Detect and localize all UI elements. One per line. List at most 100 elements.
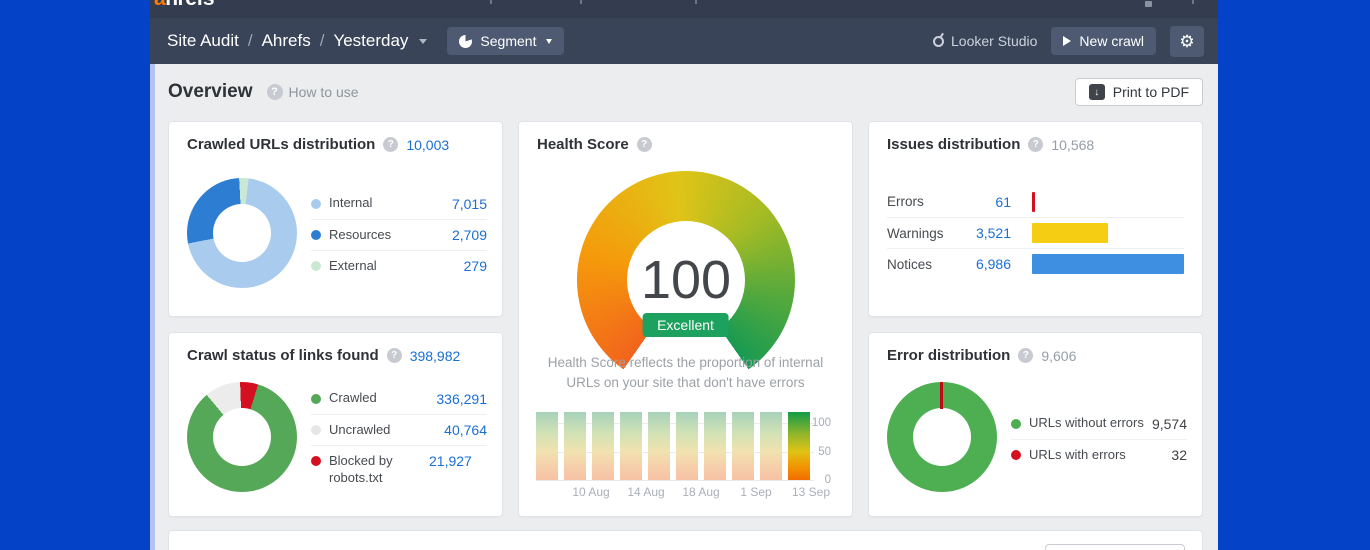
- issue-row-notices: Notices 6,986: [887, 248, 1184, 279]
- issue-value-link[interactable]: 61: [965, 194, 1011, 210]
- y-axis-label: 100: [811, 417, 831, 429]
- gear-icon: ⚙: [1179, 31, 1195, 51]
- top-navbar: ahrefs: [150, 0, 1218, 18]
- x-axis-label: 10 Aug: [572, 485, 610, 499]
- legend-item: Uncrawled 40,764: [311, 414, 487, 445]
- gridline: [536, 480, 814, 481]
- legend-dot: [1011, 418, 1021, 429]
- print-to-pdf-button[interactable]: ↓ Print to PDF: [1074, 78, 1203, 106]
- legend-item: Crawled 336,291: [311, 383, 487, 414]
- card-title: Crawl status of links found: [187, 347, 379, 364]
- trend-bar: [536, 412, 558, 480]
- looker-studio-link[interactable]: Looker Studio: [933, 33, 1037, 49]
- health-score-trend-chart: 100 50 0 10 Aug 14 Aug 18 Aug 1 Sep 13 S…: [536, 412, 837, 504]
- clipped-nav-item: [580, 0, 582, 4]
- legend-item: External 279: [311, 250, 487, 281]
- legend-item: Blocked by robots.txt 21,927: [311, 445, 487, 491]
- issue-row-warnings: Warnings 3,521: [887, 217, 1184, 248]
- legend-item: Resources 2,709: [311, 219, 487, 250]
- breadcrumb-project[interactable]: Ahrefs: [262, 31, 311, 51]
- trend-bar: [704, 412, 726, 480]
- how-to-use-link[interactable]: ? How to use: [266, 84, 359, 100]
- donut-chart-crawled-urls: [187, 178, 297, 288]
- total-count-link[interactable]: 10,003: [406, 137, 449, 153]
- app-window: ahrefs Site Audit / Ahrefs / Yesterday S…: [150, 0, 1218, 550]
- total-count: 10,568: [1051, 136, 1095, 153]
- legend-dot: [311, 393, 321, 404]
- legend-value-link[interactable]: 7,015: [452, 196, 487, 212]
- breadcrumb-site-audit[interactable]: Site Audit: [167, 31, 239, 51]
- trend-bar: [648, 412, 670, 480]
- breadcrumb-bar: Site Audit / Ahrefs / Yesterday Segment …: [150, 18, 1218, 64]
- legend-item: URLs without errors 9,574: [1011, 408, 1187, 439]
- card-title: Health Score: [537, 136, 629, 153]
- chevron-down-icon: [546, 38, 553, 44]
- question-mark-icon[interactable]: ?: [386, 348, 402, 363]
- issue-row-errors: Errors 61: [887, 186, 1184, 217]
- play-icon: [1063, 36, 1072, 46]
- legend: URLs without errors 9,574 URLs with erro…: [1011, 408, 1187, 470]
- breadcrumb-crawl-date[interactable]: Yesterday: [333, 31, 408, 51]
- issue-value-link[interactable]: 6,986: [965, 256, 1011, 272]
- clipped-nav-item: [490, 0, 492, 4]
- clipped-nav-item: [695, 0, 697, 4]
- card-title: Error distribution: [887, 347, 1011, 364]
- total-count: 9,606: [1041, 347, 1077, 364]
- page-title: Overview: [168, 81, 253, 102]
- health-score-badge: Excellent: [642, 313, 729, 337]
- legend-dot: [1011, 450, 1021, 460]
- trend-bar: [592, 412, 614, 480]
- trend-bar: [564, 412, 586, 480]
- trend-bar: [620, 412, 642, 480]
- legend-value-link[interactable]: 2,709: [452, 227, 487, 243]
- legend-value-link[interactable]: 40,764: [444, 422, 487, 438]
- trend-bars: [536, 412, 810, 480]
- pie-chart-icon: [459, 34, 473, 48]
- health-score-value: 100: [640, 250, 732, 310]
- legend-value: 32: [1171, 447, 1187, 463]
- legend-dot: [311, 425, 321, 435]
- card-crawl-status: Crawl status of links found ? 398,982 Cr…: [168, 332, 503, 517]
- breadcrumb: Site Audit / Ahrefs / Yesterday: [167, 31, 428, 51]
- errors-bar: [1032, 191, 1035, 212]
- errors-slice: [940, 382, 943, 409]
- question-mark-icon[interactable]: ?: [1018, 348, 1034, 363]
- x-axis-label: 1 Sep: [740, 485, 772, 499]
- question-mark-icon[interactable]: ?: [383, 137, 399, 152]
- legend-value-link[interactable]: 21,927: [429, 453, 472, 469]
- question-mark-icon[interactable]: ?: [1028, 137, 1044, 152]
- total-count-link[interactable]: 398,982: [410, 348, 461, 364]
- chevron-down-icon: [419, 38, 428, 44]
- card-title: Issues distribution: [887, 136, 1021, 153]
- card-issues-distribution: Issues distribution ? 10,568 Errors 61 W…: [868, 121, 1203, 317]
- legend-dot: [311, 198, 321, 209]
- ahrefs-logo[interactable]: ahrefs: [154, 0, 215, 11]
- legend-dot: [311, 230, 321, 240]
- card-clipped-bottom: [168, 530, 1203, 550]
- legend: Crawled 336,291 Uncrawled 40,764 Blocked…: [311, 383, 487, 491]
- y-axis-label: 50: [818, 446, 831, 458]
- x-axis-label: 18 Aug: [682, 485, 720, 499]
- question-mark-icon[interactable]: ?: [636, 137, 652, 152]
- looker-logo-icon: [933, 35, 945, 47]
- clipped-nav-item: [1192, 0, 1194, 4]
- issue-value-link[interactable]: 3,521: [965, 225, 1011, 241]
- window-edge: [150, 64, 155, 550]
- clipped-nav-icon: [1145, 1, 1152, 7]
- trend-bar: [760, 412, 782, 480]
- legend-value-link[interactable]: 279: [464, 258, 487, 274]
- x-axis-label: 13 Sep: [791, 485, 831, 499]
- new-crawl-button[interactable]: New crawl: [1051, 27, 1156, 55]
- trend-bar: [676, 412, 698, 480]
- settings-button[interactable]: ⚙: [1170, 25, 1204, 57]
- x-axis-label: 14 Aug: [627, 485, 665, 499]
- notices-bar: [1032, 254, 1184, 274]
- segment-button[interactable]: Segment: [447, 27, 565, 55]
- card-health-score: Health Score ? 100 Excellent Health Scor…: [518, 121, 853, 517]
- legend-value-link[interactable]: 336,291: [436, 391, 487, 407]
- clipped-button[interactable]: [1045, 544, 1185, 550]
- breadcrumb-separator: /: [319, 31, 325, 50]
- card-error-distribution: Error distribution ? 9,606 URLs without …: [868, 332, 1203, 517]
- x-axis-labels: 10 Aug 14 Aug 18 Aug 1 Sep 13 Sep: [536, 485, 837, 499]
- legend-dot: [311, 261, 321, 271]
